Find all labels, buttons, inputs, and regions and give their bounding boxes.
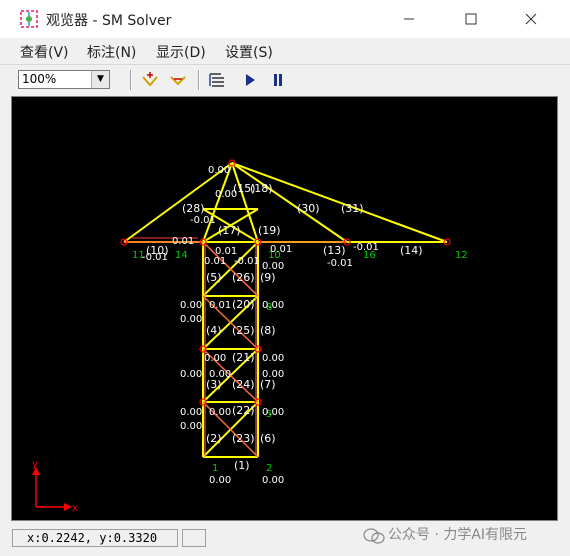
value-label: 0.00 (209, 475, 231, 486)
value-label: 0.00 (262, 261, 284, 272)
value-label: 0.00 (209, 407, 231, 418)
value-label: 0.01 (172, 236, 194, 247)
zoom-out-button[interactable] (168, 71, 188, 89)
coords-pane: x:0.2242, y:0.3320 (12, 529, 178, 547)
window-title: 观览器 - SM Solver (46, 13, 172, 29)
watermark-text: 公众号 · 力学AI有限元 (388, 527, 528, 543)
structure-canvas[interactable]: (1) (2) (3) (4) (5) (6) (7) (8) (9) (10)… (11, 96, 558, 521)
member-label: (4) (206, 324, 222, 337)
value-label: 0.00 (180, 314, 202, 325)
list-settings-button[interactable] (207, 71, 227, 89)
value-label: 0.01 (204, 256, 226, 267)
value-label: 0.00 (262, 353, 284, 364)
member-label: (26) (232, 271, 255, 284)
support-nodes (120, 159, 451, 406)
value-label: 0.00 (209, 369, 231, 380)
axis-y-label: y (32, 459, 38, 470)
member-label: (28) (182, 202, 205, 215)
member-label: (31) (341, 202, 364, 215)
value-label: 0.00 (262, 300, 284, 311)
member-label: (21) (232, 351, 255, 364)
minimize-button[interactable] (386, 4, 432, 34)
jib-members (123, 162, 448, 243)
value-label: 0.01 (270, 244, 292, 255)
toolbar: 100% ▼ (0, 64, 570, 95)
zoom-value: 100% (22, 72, 57, 86)
maximize-button[interactable] (448, 4, 494, 34)
app-icon (20, 10, 38, 28)
member-label: (14) (400, 244, 423, 257)
cursor-coordinates: x:0.2242, y:0.3320 (27, 531, 158, 545)
member-label: (23) (232, 432, 255, 445)
member-label: (20) (232, 298, 255, 311)
member-label: (30) (297, 202, 320, 215)
menu-annotate[interactable]: 标注(N) (87, 42, 136, 62)
member-label: (22) (232, 404, 255, 417)
close-icon (525, 13, 537, 25)
chevron-down-icon[interactable]: ▼ (91, 71, 109, 88)
menu-bar: 查看(V) 标注(N) 显示(D) 设置(S) (0, 38, 570, 64)
member-label: (5) (206, 271, 222, 284)
member-label: (8) (260, 324, 276, 337)
value-label: 0.00 (180, 300, 202, 311)
value-label: 0.00 (208, 165, 230, 176)
wechat-icon (363, 528, 385, 544)
status-pane-empty (182, 529, 206, 547)
value-label: 0.00 (180, 369, 202, 380)
member-label: (19) (258, 224, 281, 237)
menu-view[interactable]: 查看(V) (20, 42, 69, 62)
member-label: (25) (232, 324, 255, 337)
toolbar-separator (130, 70, 132, 90)
minimize-icon (404, 18, 414, 20)
value-label: 0.00 (215, 189, 237, 200)
node-label: 1 (212, 463, 218, 474)
value-label: 0.00 (262, 369, 284, 380)
value-label: -0.01 (327, 258, 353, 269)
member-label: (24) (232, 378, 255, 391)
value-label: 0.01 (209, 300, 231, 311)
value-label: 0.00 (262, 475, 284, 486)
node-label: 12 (455, 250, 468, 261)
axis-x-label: x (72, 503, 78, 514)
member-label: (13) (323, 244, 346, 257)
node-label: 14 (175, 250, 188, 261)
node-label: 2 (266, 463, 272, 474)
value-label: 0.00 (180, 421, 202, 432)
member-label: (18) (250, 182, 273, 195)
value-label: -0.01 (353, 242, 379, 253)
axis-indicator: y x (32, 459, 78, 514)
menu-display[interactable]: 显示(D) (156, 42, 206, 62)
zoom-in-button[interactable] (140, 71, 160, 89)
value-label: 0.00 (262, 407, 284, 418)
play-button[interactable] (240, 71, 260, 89)
pause-button[interactable] (268, 71, 288, 89)
maximize-icon (465, 13, 477, 25)
member-label: (1) (234, 459, 250, 472)
title-bar: 观览器 - SM Solver (0, 0, 570, 38)
value-label: 0.01 (215, 246, 237, 257)
zoom-select[interactable]: 100% ▼ (18, 70, 110, 89)
value-label: 0.00 (180, 407, 202, 418)
toolbar-separator (198, 70, 200, 90)
member-label: (2) (206, 432, 222, 445)
value-label: -0.01 (234, 256, 260, 267)
close-button[interactable] (508, 4, 554, 34)
value-label: -0.01 (142, 252, 168, 263)
member-label: (6) (260, 432, 276, 445)
member-label: (9) (260, 271, 276, 284)
menu-settings[interactable]: 设置(S) (225, 42, 273, 62)
member-label: (17) (218, 224, 241, 237)
value-label: 0.00 (204, 353, 226, 364)
value-label: -0.01 (190, 215, 216, 226)
crane-drawing: (1) (2) (3) (4) (5) (6) (7) (8) (9) (10)… (32, 159, 468, 514)
